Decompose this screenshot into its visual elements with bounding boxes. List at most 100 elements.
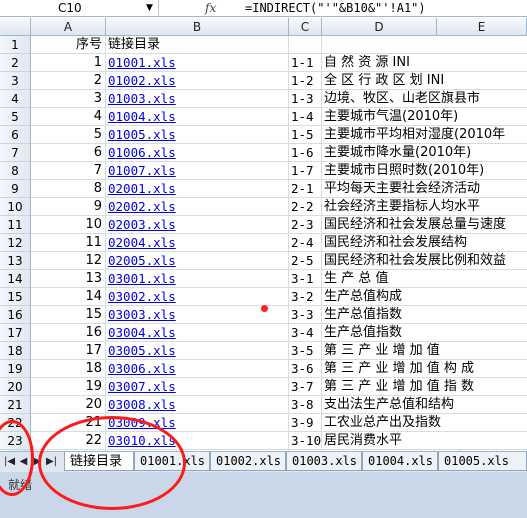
cell-seq[interactable]: 6 [31,144,106,162]
cell-title[interactable]: 第 三 产 业 增 加 值 指 数 [322,378,527,396]
row-header[interactable]: 17 [0,324,31,342]
chevron-down-icon[interactable]: ▼ [146,0,153,16]
sheet-tab[interactable]: 01004.xls [362,452,438,471]
row-header[interactable]: 2 [0,54,31,72]
hyperlink-cell[interactable]: 02002.xls [106,198,289,216]
cell-seq[interactable]: 1 [31,54,106,72]
fx-icon[interactable]: fx [205,0,216,16]
cell-title[interactable]: 全 区 行 政 区 划 INI [322,72,527,90]
cell-code[interactable]: 3-8 [289,396,322,414]
hyperlink-cell[interactable]: 01003.xls [106,90,289,108]
cell-title[interactable]: 生产总值构成 [322,288,527,306]
row-header[interactable]: 16 [0,306,31,324]
cell-code[interactable]: 1-5 [289,126,322,144]
cell-seq[interactable]: 8 [31,180,106,198]
cell-seq[interactable]: 13 [31,270,106,288]
hyperlink-cell[interactable]: 03008.xls [106,396,289,414]
cell-seq[interactable]: 4 [31,108,106,126]
cell-seq[interactable]: 序号 [31,36,106,54]
row-header[interactable]: 10 [0,198,31,216]
cell-title[interactable]: 主要城市日照时数(2010年) [322,162,527,180]
row-header[interactable]: 9 [0,180,31,198]
row-header[interactable]: 11 [0,216,31,234]
column-header-a[interactable]: A [31,18,106,36]
cell-code[interactable]: 3-10 [289,432,322,450]
cell-seq[interactable]: 19 [31,378,106,396]
hyperlink-cell[interactable]: 02001.xls [106,180,289,198]
hyperlink-cell[interactable]: 01006.xls [106,144,289,162]
hyperlink-cell[interactable]: 03007.xls [106,378,289,396]
hyperlink-cell[interactable]: 01001.xls [106,54,289,72]
cell-code[interactable]: 3-4 [289,324,322,342]
cell-title[interactable]: 国民经济和社会发展结构 [322,234,527,252]
cell-seq[interactable]: 14 [31,288,106,306]
cell-code[interactable]: 3-1 [289,270,322,288]
cell-title[interactable]: 国民经济和社会发展比例和效益 [322,252,527,270]
sheet-tab[interactable]: 01002.xls [210,452,286,471]
sheet-tab[interactable]: 01003.xls [286,452,362,471]
row-header[interactable]: 23 [0,432,31,450]
cell-title[interactable]: 支出法生产总值和结构 [322,396,527,414]
row-header[interactable]: 15 [0,288,31,306]
cell-seq[interactable]: 16 [31,324,106,342]
sheet-tab[interactable]: 链接目录 [64,452,134,471]
hyperlink-cell[interactable]: 02003.xls [106,216,289,234]
row-header[interactable]: 6 [0,126,31,144]
cell-code[interactable]: 3-9 [289,414,322,432]
sheet-tab[interactable]: 01001.xls [134,452,210,471]
cell-code[interactable]: 2-4 [289,234,322,252]
cell-code[interactable]: 1-7 [289,162,322,180]
row-header[interactable]: 3 [0,72,31,90]
column-header-e[interactable]: E [437,18,527,36]
cell-code[interactable]: 2-3 [289,216,322,234]
cell-seq[interactable]: 15 [31,306,106,324]
hyperlink-cell[interactable]: 02004.xls [106,234,289,252]
hyperlink-cell[interactable]: 01005.xls [106,126,289,144]
cell-title[interactable]: 自 然 资 源 INI [322,54,527,72]
column-header-d[interactable]: D [322,18,437,36]
cell-code[interactable] [289,36,322,54]
hyperlink-cell[interactable]: 03009.xls [106,414,289,432]
cell-link-header[interactable]: 链接目录 [106,36,289,54]
cell-code[interactable]: 1-3 [289,90,322,108]
cell-code[interactable]: 3-3 [289,306,322,324]
cell-code[interactable]: 3-6 [289,360,322,378]
cell-seq[interactable]: 10 [31,216,106,234]
cell-seq[interactable]: 11 [31,234,106,252]
cell-title[interactable]: 平均每天主要社会经济活动 [322,180,527,198]
cell-code[interactable]: 1-1 [289,54,322,72]
row-header[interactable]: 8 [0,162,31,180]
formula-input[interactable]: =INDIRECT("'"&B10&"'!A1") [245,0,426,16]
sheet-tab[interactable]: 01005.xls [438,452,527,471]
cell-seq[interactable]: 3 [31,90,106,108]
cell-code[interactable]: 1-4 [289,108,322,126]
cell-title[interactable]: 生 产 总 值 [322,270,527,288]
cell-code[interactable]: 3-5 [289,342,322,360]
cell-code[interactable]: 2-2 [289,198,322,216]
column-header-b[interactable]: B [106,18,289,36]
hyperlink-cell[interactable]: 01002.xls [106,72,289,90]
prev-sheet-icon[interactable]: ◀ [17,454,30,470]
select-all-corner[interactable] [0,18,31,36]
row-header[interactable]: 19 [0,360,31,378]
cell-seq[interactable]: 20 [31,396,106,414]
cell-code[interactable]: 2-1 [289,180,322,198]
cell-code[interactable]: 3-7 [289,378,322,396]
cell-title[interactable]: 第 三 产 业 增 加 值 构 成 [322,360,527,378]
cell-title[interactable]: 国民经济和社会发展总量与速度 [322,216,527,234]
cell-code[interactable]: 3-2 [289,288,322,306]
cell-title[interactable]: 主要城市平均相对湿度(2010年 [322,126,527,144]
name-box[interactable]: C10 ▼ [0,0,159,16]
cell-seq[interactable]: 5 [31,126,106,144]
cell-seq[interactable]: 21 [31,414,106,432]
cell-seq[interactable]: 18 [31,360,106,378]
hyperlink-cell[interactable]: 03001.xls [106,270,289,288]
cell-title[interactable]: 社会经济主要指标人均水平 [322,198,527,216]
cell-seq[interactable]: 2 [31,72,106,90]
hyperlink-cell[interactable]: 03005.xls [106,342,289,360]
row-header[interactable]: 18 [0,342,31,360]
cell-title[interactable]: 边境、牧区、山老区旗县市 [322,90,527,108]
row-header[interactable]: 4 [0,90,31,108]
cell-code[interactable]: 2-5 [289,252,322,270]
cell-seq[interactable]: 12 [31,252,106,270]
